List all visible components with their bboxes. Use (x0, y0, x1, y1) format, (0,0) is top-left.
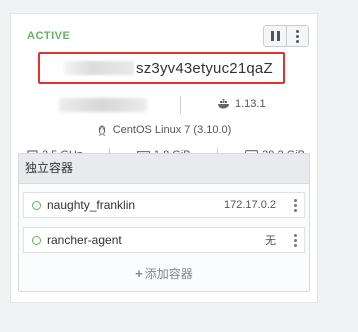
add-container-button[interactable]: + 添加容器 (19, 265, 309, 282)
docker-icon (218, 99, 229, 109)
hostname-redacted (64, 61, 134, 75)
container-menu-icon[interactable] (290, 233, 300, 247)
containers-header: 独立容器 (19, 154, 309, 184)
running-status-icon (32, 235, 41, 245)
plus-icon: + (135, 266, 143, 281)
os-text: CentOS Linux 7 (3.10.0) (112, 124, 232, 137)
hostname-highlight: sz3yv43etyuc21qaZ (38, 52, 285, 84)
host-actions (263, 25, 309, 47)
add-container-label: 添加容器 (144, 267, 193, 281)
hostname-link[interactable]: sz3yv43etyuc21qaZ (136, 60, 273, 77)
container-row[interactable]: rancher-agent 无 (23, 227, 305, 253)
container-menu-icon[interactable] (290, 198, 300, 212)
container-name[interactable]: rancher-agent (47, 233, 265, 247)
docker-version: 1.13.1 (217, 98, 266, 110)
docker-version-text: 1.13.1 (235, 98, 266, 110)
kebab-icon (296, 29, 299, 43)
container-name[interactable]: naughty_franklin (47, 198, 224, 212)
pause-button[interactable] (264, 26, 286, 46)
pause-icon (270, 31, 280, 41)
host-state-label: ACTIVE (27, 30, 71, 42)
running-status-icon (32, 200, 41, 210)
host-info-row: 1.13.1 (27, 94, 301, 116)
host-menu-button[interactable] (286, 26, 308, 46)
container-ip: 无 (265, 235, 276, 247)
divider (180, 96, 181, 114)
host-ip-redacted (59, 98, 147, 112)
host-card: ACTIVE sz3yv43etyuc21qaZ 1.13.1 CentOS L… (10, 13, 318, 303)
linux-icon (98, 125, 106, 136)
standalone-containers: 独立容器 naughty_franklin 172.17.0.2 rancher… (18, 153, 310, 292)
os-info: CentOS Linux 7 (3.10.0) (11, 124, 317, 136)
container-ip: 172.17.0.2 (224, 199, 276, 211)
container-row[interactable]: naughty_franklin 172.17.0.2 (23, 192, 305, 218)
